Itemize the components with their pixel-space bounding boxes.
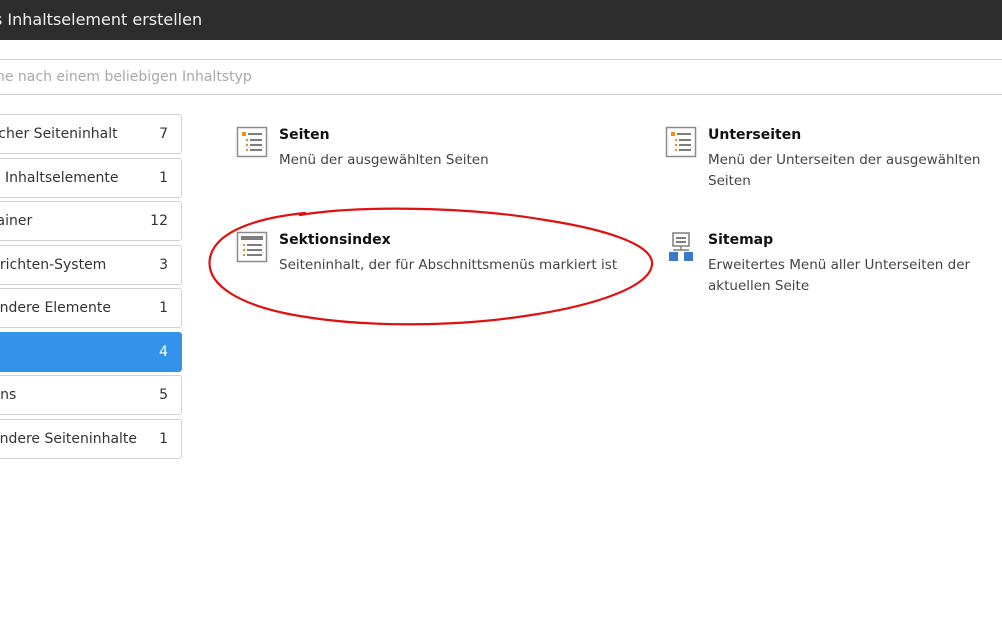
tab-standard-content[interactable]: scher Seiteninhalt 7 (0, 114, 182, 154)
content-type-title: Unterseiten (708, 127, 802, 143)
modal-title: s Inhaltselement erstellen (0, 10, 203, 29)
search-input[interactable] (0, 59, 1002, 95)
content-type-unterseiten[interactable]: Unterseiten Menü der Unterseiten der aus… (665, 126, 1002, 196)
tab-content-elements[interactable]: B Inhaltselemente 1 (0, 157, 182, 198)
content-type-title: Seiten (279, 127, 330, 143)
tab-label: scher Seiteninhalt (0, 126, 118, 142)
menu-subpages-icon (665, 126, 697, 158)
tab-count: 12 (150, 213, 168, 229)
tab-label: B Inhaltselemente (0, 169, 119, 186)
tab-count: 5 (159, 387, 168, 403)
menu-pages-icon (236, 126, 268, 158)
tab-count: 7 (159, 126, 168, 142)
content-type-seiten[interactable]: Seiten Menü der ausgewählten Seiten (236, 126, 626, 182)
content-type-title: Sektionsindex (279, 232, 391, 248)
tab-special-elements[interactable]: ondere Elemente 1 (0, 288, 182, 328)
tab-count: 4 (159, 343, 168, 360)
content-type-title: Sitemap (708, 232, 774, 248)
sitemap-icon (669, 232, 693, 261)
category-tab-list: scher Seiteninhalt 7 B Inhaltselemente 1… (0, 114, 182, 462)
tab-special-page-content[interactable]: ondere Seiteninhalte 1 (0, 418, 182, 459)
tab-label: ondere Seiteninhalte (0, 430, 138, 447)
tab-label: -Ins (0, 387, 17, 403)
tab-count: 1 (159, 430, 168, 447)
content-type-description: Seiteninhalt, der für Abschnittsmenüs ma… (279, 257, 618, 273)
tab-label: ondere Elemente (0, 300, 112, 316)
menu-section-index-icon (236, 231, 268, 263)
tab-container[interactable]: tainer 12 (0, 201, 182, 241)
modal-title-bar: s Inhaltselement erstellen (0, 0, 1002, 40)
content-type-description: Menü der Unterseiten der ausgewählten Se… (708, 152, 981, 189)
content-type-sektionsindex[interactable]: Sektionsindex Seiteninhalt, der für Absc… (236, 231, 626, 301)
tab-menu[interactable]: ü 4 (0, 331, 182, 372)
content-type-sitemap[interactable]: Sitemap Erweitertes Menü aller Unterseit… (665, 231, 1002, 301)
tab-label: hrichten-System (0, 256, 107, 273)
tab-count: 1 (159, 300, 168, 316)
content-type-description: Erweitertes Menü aller Unterseiten der a… (708, 257, 971, 294)
tab-count: 1 (159, 169, 168, 186)
content-type-description: Menü der ausgewählten Seiten (279, 152, 489, 168)
tab-count: 3 (159, 256, 168, 273)
tab-plugins[interactable]: -Ins 5 (0, 375, 182, 415)
tab-label: tainer (0, 213, 33, 229)
tab-news-system[interactable]: hrichten-System 3 (0, 244, 182, 285)
